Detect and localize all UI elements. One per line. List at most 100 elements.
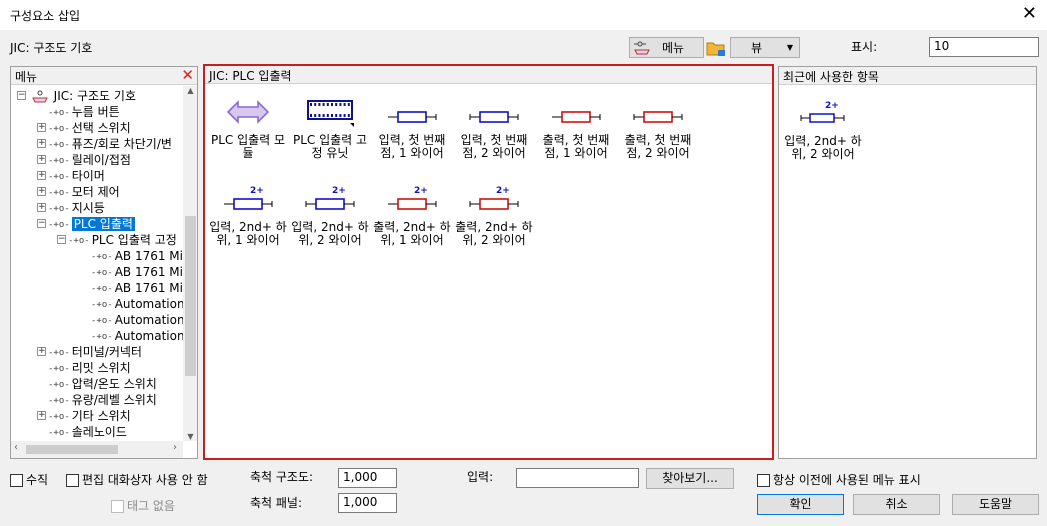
tree-item[interactable]: + -+o- 퓨즈/회로 차단기/변 — [37, 136, 172, 152]
tree-item[interactable]: -+o- 리밋 스위치 — [37, 360, 131, 376]
scale-schematic-label: 축척 구조도: — [250, 470, 314, 484]
tree-item[interactable]: + -+o- 타이머 — [37, 168, 105, 184]
expand-icon[interactable]: + — [37, 347, 46, 356]
scroll-up-icon[interactable]: ▲ — [183, 86, 197, 95]
recent-symbol-label: 입력, 2nd+ 하위, 2 와이어 — [784, 134, 862, 161]
help-button[interactable]: 도움말 — [952, 494, 1039, 515]
expand-icon[interactable]: + — [37, 123, 46, 132]
tree-item-label: 타이머 — [71, 169, 105, 183]
tree-item[interactable]: + -+o- 지시등 — [37, 200, 105, 216]
collapse-icon[interactable]: − — [57, 235, 66, 244]
symbol-tile[interactable]: 출력, 첫 번째 점, 2 와이어 — [617, 92, 699, 160]
symbol-tile[interactable]: 입력, 첫 번째 점, 2 와이어 — [453, 92, 535, 160]
ok-button[interactable]: 확인 — [757, 494, 844, 515]
cancel-button[interactable]: 취소 — [853, 494, 940, 515]
symbol-tile[interactable]: 2+ 입력, 2nd+ 하위, 1 와이어 — [207, 179, 289, 247]
collapse-icon[interactable]: − — [17, 91, 26, 100]
expand-icon[interactable]: + — [37, 411, 46, 420]
vertical-scrollbar[interactable]: ▲ ▼ — [183, 86, 197, 441]
symbol-tile[interactable]: 2+ 입력, 2nd+ 하위, 2 와이어 — [289, 179, 371, 247]
no-tag-checkbox-box[interactable] — [111, 500, 124, 513]
connector-icon: -+o- — [48, 363, 70, 374]
scale-schematic-input[interactable]: 1,000 — [338, 468, 397, 488]
scroll-right-icon[interactable]: › — [173, 442, 177, 453]
input-field[interactable] — [516, 468, 639, 488]
close-icon[interactable]: ✕ — [1022, 3, 1037, 24]
tree-item[interactable]: -+o- 압력/온도 스위치 — [37, 376, 157, 392]
h-scrollbar-thumb[interactable] — [26, 445, 118, 454]
browse-button[interactable]: 찾아보기... — [646, 468, 734, 489]
display-label: 표시: — [851, 40, 878, 54]
tree-leaf-label: AB 1761 Mic — [114, 281, 183, 295]
symbol-label: 입력, 첫 번째 점, 2 와이어 — [460, 133, 528, 160]
collapse-icon[interactable]: − — [37, 219, 46, 228]
recent-panel-title: 최근에 사용한 항목 — [783, 70, 879, 84]
symbol-tile[interactable]: 출력, 첫 번째 점, 1 와이어 — [535, 92, 617, 160]
input-1wire-icon — [371, 92, 453, 132]
tree-leaf[interactable]: -+o-Automation D — [89, 328, 183, 344]
expand-icon[interactable]: + — [37, 155, 46, 164]
tree-leaf[interactable]: -+o- AB 1761 Mic — [89, 248, 183, 264]
symbol-label: PLC 입출력 모듈 — [210, 133, 286, 160]
vertical-checkbox[interactable]: 수직 — [10, 471, 48, 488]
scroll-down-icon[interactable]: ▼ — [183, 432, 197, 441]
tree-item-label: 유량/레벨 스위치 — [71, 393, 157, 407]
scale-panel-input[interactable]: 1,000 — [338, 493, 397, 513]
symbol-tile[interactable]: 입력, 첫 번째 점, 1 와이어 — [371, 92, 453, 160]
no-edit-dialog-checkbox-box[interactable] — [66, 474, 79, 487]
always-show-checkbox-box[interactable] — [757, 474, 770, 487]
tree-item-label: 솔레노이드 — [71, 425, 127, 439]
tree-leaf[interactable]: -+o- AB 1761 Mic — [89, 280, 183, 296]
input-2nd-2wire-icon: 2+ — [289, 179, 371, 219]
tree-root-label: JIC: 구조도 기호 — [53, 89, 136, 103]
tree-item-label: 선택 스위치 — [71, 121, 131, 135]
tree-leaf[interactable]: -+o- AB 1761 Mic — [89, 264, 183, 280]
tree-leaf-label: Automation D — [114, 329, 183, 343]
close-menu-icon[interactable]: ✕ — [181, 67, 194, 84]
symbol-label: 입력, 2nd+ 하위, 2 와이어 — [291, 220, 369, 247]
tree-item[interactable]: + -+o- 릴레이/접점 — [37, 152, 131, 168]
no-tag-checkbox[interactable]: 태그 없음 — [111, 497, 175, 514]
tree-item[interactable]: -+o- 솔레노이드 — [37, 424, 127, 440]
tree-item[interactable]: -+o- 누름 버튼 — [37, 104, 120, 120]
expand-icon[interactable]: + — [37, 203, 46, 212]
horizontal-scrollbar[interactable]: ‹ › — [11, 441, 183, 458]
vertical-checkbox-box[interactable] — [10, 474, 23, 487]
scroll-left-icon[interactable]: ‹ — [14, 442, 18, 453]
symbol-tile[interactable]: PLC 입출력 모듈 — [207, 92, 289, 160]
tree-item[interactable]: + -+o- 모터 제어 — [37, 184, 120, 200]
connector-icon: -+o- — [48, 427, 70, 438]
view-dropdown[interactable]: 뷰 ▼ — [730, 37, 800, 58]
always-show-checkbox[interactable]: 항상 이전에 사용된 메뉴 표시 — [757, 471, 921, 488]
vertical-checkbox-label: 수직 — [26, 473, 49, 487]
symbol-tile[interactable]: 2+ 출력, 2nd+ 하위, 2 와이어 — [453, 179, 535, 247]
tree-leaf[interactable]: -+o-Automation D — [89, 296, 183, 312]
no-edit-dialog-label: 편집 대화상자 사용 안 함 — [82, 473, 208, 487]
connector-icon: -+o- — [48, 139, 70, 150]
tree-item[interactable]: − -+o- PLC 입출력 — [37, 216, 135, 232]
output-2nd-2wire-icon: 2+ — [453, 179, 535, 219]
menu-button[interactable]: 메뉴 — [629, 37, 704, 58]
symbol-tile[interactable]: PLC 입출력 고정 유닛 — [289, 92, 371, 160]
connector-icon: -+o- — [91, 267, 113, 278]
tree-item-label: PLC 입출력 — [71, 217, 135, 231]
tree-item[interactable]: + -+o- 기타 스위치 — [37, 408, 131, 424]
folder-icon[interactable] — [705, 38, 727, 58]
tree-leaf-label: Automation D — [114, 313, 183, 327]
tree-leaf[interactable]: -+o-Automation D — [89, 312, 183, 328]
tree-sub-item[interactable]: − -+o- PLC 입출력 고정 — [57, 232, 177, 248]
tree-item[interactable]: + -+o- 선택 스위치 — [37, 120, 131, 136]
tree-item[interactable]: + -+o- 터미널/커넥터 — [37, 344, 142, 360]
expand-icon[interactable]: + — [37, 171, 46, 180]
tree-item[interactable]: -+o- 유량/레벨 스위치 — [37, 392, 157, 408]
connector-icon: -+o- — [48, 187, 70, 198]
display-count-input[interactable]: 10 — [929, 37, 1039, 57]
expand-icon[interactable]: + — [37, 187, 46, 196]
scrollbar-thumb[interactable] — [185, 216, 196, 376]
recent-symbol[interactable]: 2+ 입력, 2nd+ 하위, 2 와이어 — [782, 93, 864, 161]
tree-root[interactable]: − JIC: 구조도 기호 — [17, 88, 136, 104]
symbol-label: 입력, 첫 번째 점, 1 와이어 — [378, 133, 446, 160]
symbol-tile[interactable]: 2+ 출력, 2nd+ 하위, 1 와이어 — [371, 179, 453, 247]
expand-icon[interactable]: + — [37, 139, 46, 148]
no-edit-dialog-checkbox[interactable]: 편집 대화상자 사용 안 함 — [66, 471, 208, 488]
